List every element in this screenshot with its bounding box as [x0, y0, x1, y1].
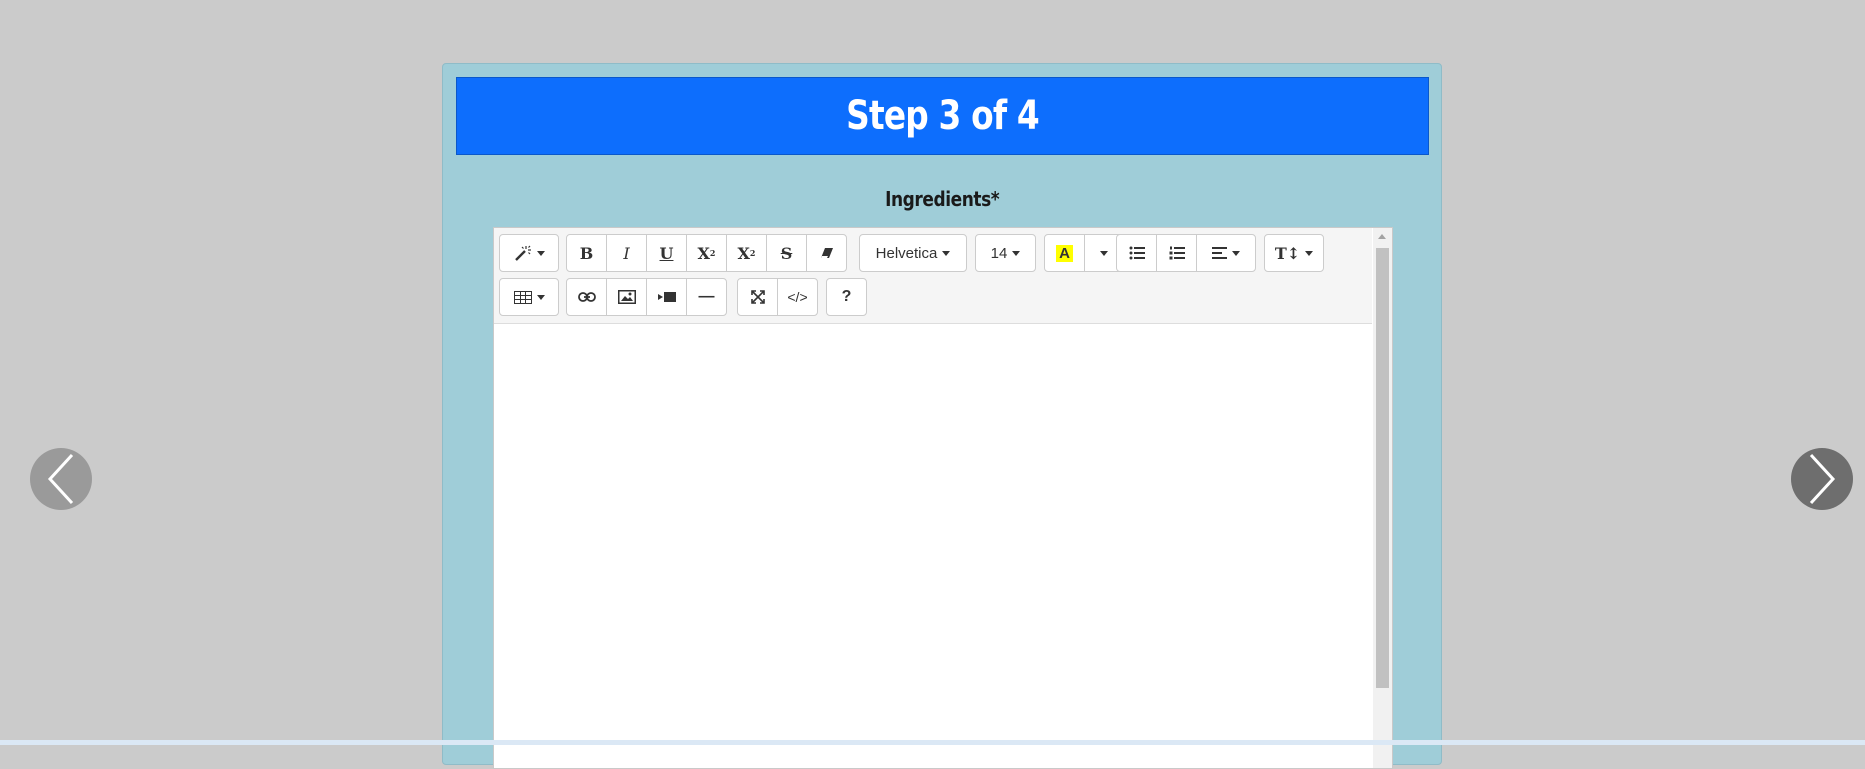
- ingredients-label: Ingredients*: [443, 187, 1441, 211]
- form-card: Step 3 of 4 Ingredients* B I U X 2 X 2 S…: [442, 63, 1442, 769]
- bullet-list-icon: [1129, 246, 1145, 260]
- rich-text-editor: B I U X2 X2 S Helvetica 14 A T↕ — </> ?: [493, 227, 1393, 769]
- chevron-right-icon: [1809, 453, 1836, 505]
- line-height-dropdown[interactable]: T↕: [1264, 234, 1324, 272]
- paragraph-group: [1116, 234, 1256, 272]
- caret-down-icon: [1232, 250, 1240, 256]
- underline-label: U: [659, 243, 674, 263]
- bold-button[interactable]: B: [566, 234, 607, 272]
- font-size-value: 14: [990, 244, 1008, 262]
- caret-down-icon: [1305, 250, 1314, 256]
- superscript-label: X: [697, 243, 710, 263]
- help-label: ?: [841, 288, 852, 305]
- codeview-label: </>: [787, 289, 808, 305]
- eraser-icon: [820, 248, 833, 258]
- view-group: </>: [737, 278, 818, 316]
- horizontal-rule-button[interactable]: —: [686, 278, 727, 316]
- table-icon: [513, 290, 532, 304]
- help-group: ?: [826, 278, 867, 316]
- step-title: Step 3 of 4: [846, 93, 1040, 139]
- caret-down-icon: [536, 294, 545, 300]
- next-step-button[interactable]: [1791, 448, 1853, 510]
- strikethrough-button[interactable]: S: [766, 234, 807, 272]
- numbered-list-icon: [1169, 246, 1185, 260]
- ordered-list-button[interactable]: [1156, 234, 1197, 272]
- superscript-button[interactable]: X2: [686, 234, 727, 272]
- image-icon: [617, 290, 636, 304]
- underline-button[interactable]: U: [646, 234, 687, 272]
- caret-down-icon: [1012, 250, 1021, 256]
- caret-down-icon: [536, 250, 545, 256]
- color-group: A: [1044, 234, 1124, 272]
- video-icon: [657, 292, 676, 302]
- ingredients-label-text: Ingredients*: [884, 187, 1000, 211]
- table-group: [499, 278, 559, 316]
- video-button[interactable]: [646, 278, 687, 316]
- line-height-label: T↕: [1274, 243, 1301, 263]
- style-dropdown-button[interactable]: [499, 234, 559, 272]
- font-name-group: Helvetica: [859, 234, 967, 272]
- chevron-left-icon: [47, 453, 74, 505]
- fullscreen-button[interactable]: [737, 278, 778, 316]
- font-name-value: Helvetica: [875, 244, 938, 262]
- subscript-label: X: [737, 243, 750, 263]
- link-button[interactable]: [566, 278, 607, 316]
- magic-wand-icon: [514, 245, 531, 261]
- font-style-group: B I U X2 X2 S: [566, 234, 847, 272]
- clear-format-button[interactable]: [806, 234, 847, 272]
- strikethrough-label: S: [780, 243, 793, 263]
- superscript-mark-icon: 2: [709, 248, 716, 258]
- italic-label: I: [623, 243, 630, 263]
- text-color-label: A: [1056, 244, 1073, 262]
- recent-color-button[interactable]: A: [1044, 234, 1085, 272]
- italic-button[interactable]: I: [606, 234, 647, 272]
- paragraph-align-dropdown[interactable]: [1196, 234, 1256, 272]
- font-size-group: 14: [975, 234, 1036, 272]
- height-group: T↕: [1264, 234, 1324, 272]
- scrollbar-thumb[interactable]: [1376, 248, 1389, 688]
- picture-button[interactable]: [606, 278, 647, 316]
- horizontal-rule-label: —: [698, 288, 715, 305]
- scroll-up-arrow-icon[interactable]: [1378, 234, 1386, 239]
- subscript-button[interactable]: X2: [726, 234, 767, 272]
- help-button[interactable]: ?: [826, 278, 867, 316]
- caret-down-icon: [942, 250, 951, 256]
- unordered-list-button[interactable]: [1116, 234, 1157, 272]
- ingredients-editor-area[interactable]: [494, 324, 1372, 768]
- caret-down-icon: [1100, 250, 1108, 256]
- bold-label: B: [579, 243, 594, 263]
- style-group: [499, 234, 559, 272]
- editor-scrollbar[interactable]: [1373, 228, 1392, 768]
- font-name-dropdown[interactable]: Helvetica: [859, 234, 967, 272]
- codeview-button[interactable]: </>: [777, 278, 818, 316]
- insert-group: —: [566, 278, 727, 316]
- bottom-edge: [0, 740, 1865, 745]
- link-icon: [577, 292, 596, 302]
- align-left-icon: [1212, 247, 1227, 259]
- font-size-dropdown[interactable]: 14: [975, 234, 1036, 272]
- previous-step-button[interactable]: [30, 448, 92, 510]
- table-dropdown-button[interactable]: [499, 278, 559, 316]
- editor-toolbar: B I U X2 X2 S Helvetica 14 A T↕ — </> ?: [494, 228, 1372, 324]
- step-header: Step 3 of 4: [456, 77, 1429, 155]
- subscript-mark-icon: 2: [749, 248, 756, 258]
- fullscreen-icon: [750, 290, 765, 304]
